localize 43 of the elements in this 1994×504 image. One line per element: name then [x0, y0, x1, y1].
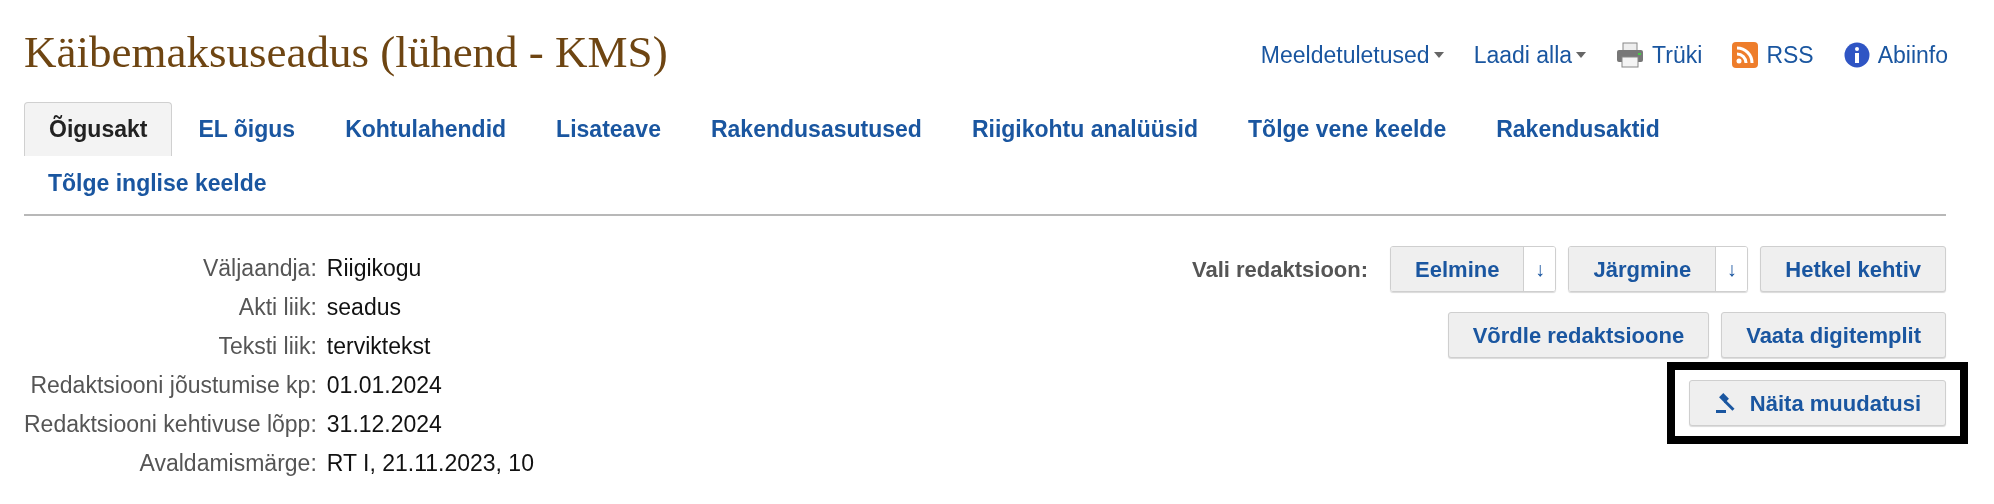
toolbar-link[interactable]: RSS	[1732, 38, 1814, 73]
dropdown-link[interactable]: Meeldetuletused	[1260, 38, 1444, 73]
tab[interactable]: Rakendusaktid	[1472, 102, 1684, 156]
printer-icon	[1616, 42, 1645, 69]
version-button[interactable]: Järgmine	[1569, 247, 1716, 291]
dropdown-link[interactable]: Laadi alla	[1473, 38, 1587, 73]
field-label: Redaktsiooni kehtivuse lõpp:	[24, 410, 317, 438]
page-title: Käibemaksuseadus (lühend - KMS)	[24, 26, 668, 78]
caret-icon	[1433, 52, 1444, 59]
split-button[interactable]: Järgmine ↓	[1568, 246, 1749, 292]
action-button[interactable]: Võrdle redaktsioone	[1447, 312, 1710, 358]
tab[interactable]: Lisateave	[532, 102, 685, 156]
field-value: terviktekst	[326, 332, 432, 360]
field-label: Väljaandja:	[202, 254, 317, 282]
field-value: RT I, 21.11.2023, 10	[326, 449, 534, 477]
field-value: 31.12.2024	[326, 410, 443, 438]
version-button[interactable]: Hetkel kehtiv	[1760, 246, 1946, 292]
version-label: Vali redaktsioon:	[1192, 255, 1369, 284]
tab[interactable]: EL õigus	[174, 102, 320, 156]
field-value: Riigikogu	[326, 254, 423, 282]
toolbar-link[interactable]: Trüki	[1616, 38, 1703, 73]
field-label: Teksti liik:	[217, 332, 317, 360]
rss-icon	[1732, 42, 1759, 69]
info-icon	[1843, 42, 1870, 69]
tab[interactable]: Tõlge inglise keelde	[24, 156, 291, 210]
dropdown-arrow-button[interactable]: ↓	[1715, 247, 1748, 291]
dropdown-arrow-button[interactable]: ↓	[1523, 247, 1556, 291]
field-label: Redaktsiooni jõustumise kp:	[29, 371, 317, 399]
field-label: Avaldamismärge:	[138, 449, 317, 477]
field-label: Akti liik:	[237, 293, 317, 321]
field-value: seadus	[326, 293, 402, 321]
toolbar-link[interactable]: Abiinfo	[1843, 38, 1948, 73]
field-value: 01.01.2024	[326, 371, 443, 399]
caret-icon	[1576, 52, 1587, 59]
split-button[interactable]: Eelmine ↓	[1390, 246, 1557, 292]
tab[interactable]: Riigikohtu analüüsid	[947, 102, 1223, 156]
tab[interactable]: Kohtulahendid	[321, 102, 531, 156]
tab[interactable]: Õigusakt	[24, 102, 173, 156]
version-button[interactable]: Eelmine	[1391, 247, 1524, 291]
changes-button[interactable]: Näita muudatusi	[1688, 380, 1946, 426]
tab[interactable]: Rakendusasutused	[686, 102, 946, 156]
tab[interactable]: Tõlge vene keelde	[1224, 102, 1471, 156]
action-button[interactable]: Vaata digitemplit	[1721, 312, 1946, 358]
